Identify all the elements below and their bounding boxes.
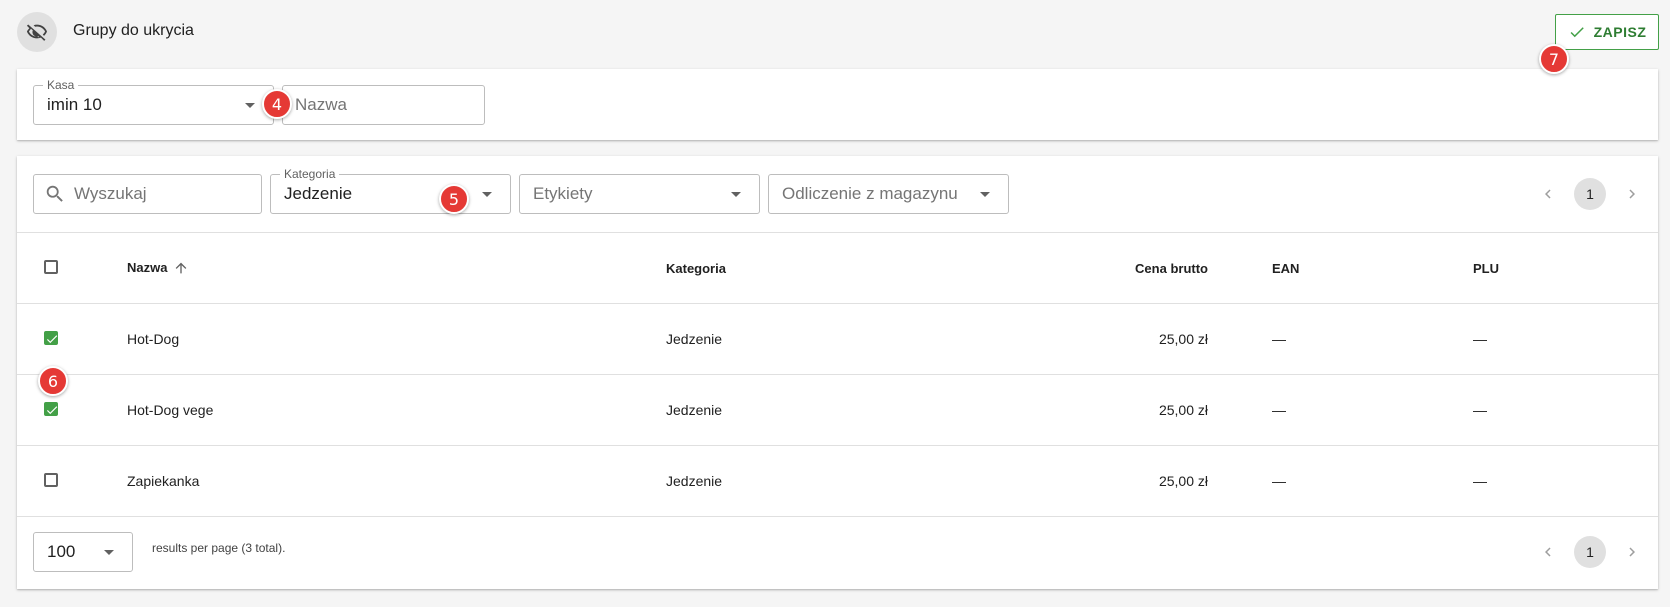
- search-icon: [46, 185, 63, 202]
- annotation-badge-6: 6: [38, 366, 68, 396]
- chevron-down-icon: [245, 103, 255, 108]
- prev-page-button[interactable]: [1532, 536, 1564, 568]
- page-header: Grupy do ukrycia ZAPISZ: [0, 0, 1670, 66]
- divider: [17, 445, 1658, 446]
- chevron-left-icon: [1545, 547, 1551, 557]
- chevron-left-icon: [1545, 189, 1551, 199]
- table-cell-kategoria: Jedzenie: [666, 473, 723, 489]
- odliczenie-select[interactable]: Odliczenie z magazynu: [768, 174, 1009, 214]
- table-cell-nazwa: Hot-Dog: [127, 331, 180, 347]
- table-cell-plu: —: [1473, 402, 1487, 418]
- annotation-badge-4: 4: [262, 89, 292, 119]
- table-cell-cena: 25,00 zł: [1158, 402, 1208, 418]
- per-page-value: 100: [47, 542, 76, 561]
- divider: [17, 374, 1658, 375]
- nazwa-placeholder: Nazwa: [295, 95, 347, 114]
- select-all-checkbox[interactable]: [44, 260, 58, 274]
- arrow-up-icon: [176, 262, 187, 274]
- save-button-label: ZAPISZ: [1593, 24, 1647, 40]
- divider: [17, 232, 1658, 233]
- save-button[interactable]: ZAPISZ: [1555, 14, 1659, 50]
- search-placeholder: Wyszukaj: [74, 184, 147, 203]
- pagination-top: 1: [1532, 178, 1648, 210]
- check-icon: [46, 335, 58, 344]
- products-card: Wyszukaj Kategoria Jedzenie Etykiety Odl…: [17, 156, 1658, 589]
- table-cell-ean: —: [1272, 402, 1286, 418]
- next-page-button[interactable]: [1616, 178, 1648, 210]
- page-number-button[interactable]: 1: [1574, 178, 1606, 210]
- table-cell-nazwa: Hot-Dog vege: [127, 402, 214, 418]
- table-cell-ean: —: [1272, 473, 1286, 489]
- table-cell-plu: —: [1473, 331, 1487, 347]
- prev-page-button[interactable]: [1532, 178, 1564, 210]
- annotation-badge-7: 7: [1539, 44, 1569, 74]
- page-title: Grupy do ukrycia: [73, 22, 194, 39]
- kategoria-select[interactable]: Kategoria Jedzenie: [270, 167, 511, 214]
- table-cell-ean: —: [1272, 331, 1286, 347]
- pagination-bottom: 1: [1532, 536, 1648, 568]
- table-cell-plu: —: [1473, 473, 1487, 489]
- row-checkbox-1[interactable]: [44, 331, 58, 345]
- search-input[interactable]: Wyszukaj: [33, 174, 262, 214]
- chevron-down-icon: [482, 192, 492, 197]
- check-icon: [1570, 27, 1584, 38]
- table-cell-cena: 25,00 zł: [1158, 331, 1208, 347]
- per-page-select[interactable]: 100: [33, 532, 133, 572]
- row-checkbox-3[interactable]: [44, 473, 58, 487]
- kasa-select[interactable]: Kasa imin 10: [33, 78, 274, 125]
- table-cell-kategoria: Jedzenie: [666, 402, 723, 418]
- table-cell-kategoria: Jedzenie: [666, 331, 723, 347]
- kategoria-label: Kategoria: [280, 167, 340, 181]
- table-cell-cena: 25,00 zł: [1158, 473, 1208, 489]
- page-number-button[interactable]: 1: [1574, 536, 1606, 568]
- column-header-ean[interactable]: EAN: [1272, 260, 1299, 278]
- check-icon: [46, 406, 58, 415]
- column-header-nazwa-label: Nazwa: [127, 260, 168, 275]
- kasa-value: imin 10: [47, 95, 102, 114]
- divider: [17, 303, 1658, 304]
- row-checkbox-2[interactable]: [44, 402, 58, 416]
- annotation-badge-5: 5: [439, 184, 469, 214]
- results-per-page-text: results per page (3 total).: [152, 541, 286, 555]
- next-page-button[interactable]: [1616, 536, 1648, 568]
- kasa-label: Kasa: [43, 78, 79, 92]
- chevron-down-icon: [980, 192, 990, 197]
- column-header-kategoria[interactable]: Kategoria: [666, 260, 726, 278]
- eye-off-icon: [17, 12, 57, 52]
- etykiety-select[interactable]: Etykiety: [519, 174, 760, 214]
- chevron-down-icon: [731, 192, 741, 197]
- odliczenie-placeholder: Odliczenie z magazynu: [782, 184, 958, 203]
- column-header-nazwa[interactable]: Nazwa: [127, 259, 189, 277]
- table-cell-nazwa: Zapiekanka: [127, 473, 200, 489]
- chevron-right-icon: [1629, 547, 1635, 557]
- kategoria-value: Jedzenie: [284, 184, 353, 203]
- nazwa-input[interactable]: Nazwa: [282, 85, 485, 125]
- chevron-right-icon: [1629, 189, 1635, 199]
- chevron-down-icon: [104, 550, 114, 555]
- divider: [17, 516, 1658, 517]
- column-header-cena[interactable]: Cena brutto: [1077, 260, 1208, 278]
- column-header-plu[interactable]: PLU: [1473, 260, 1499, 278]
- etykiety-placeholder: Etykiety: [533, 184, 593, 203]
